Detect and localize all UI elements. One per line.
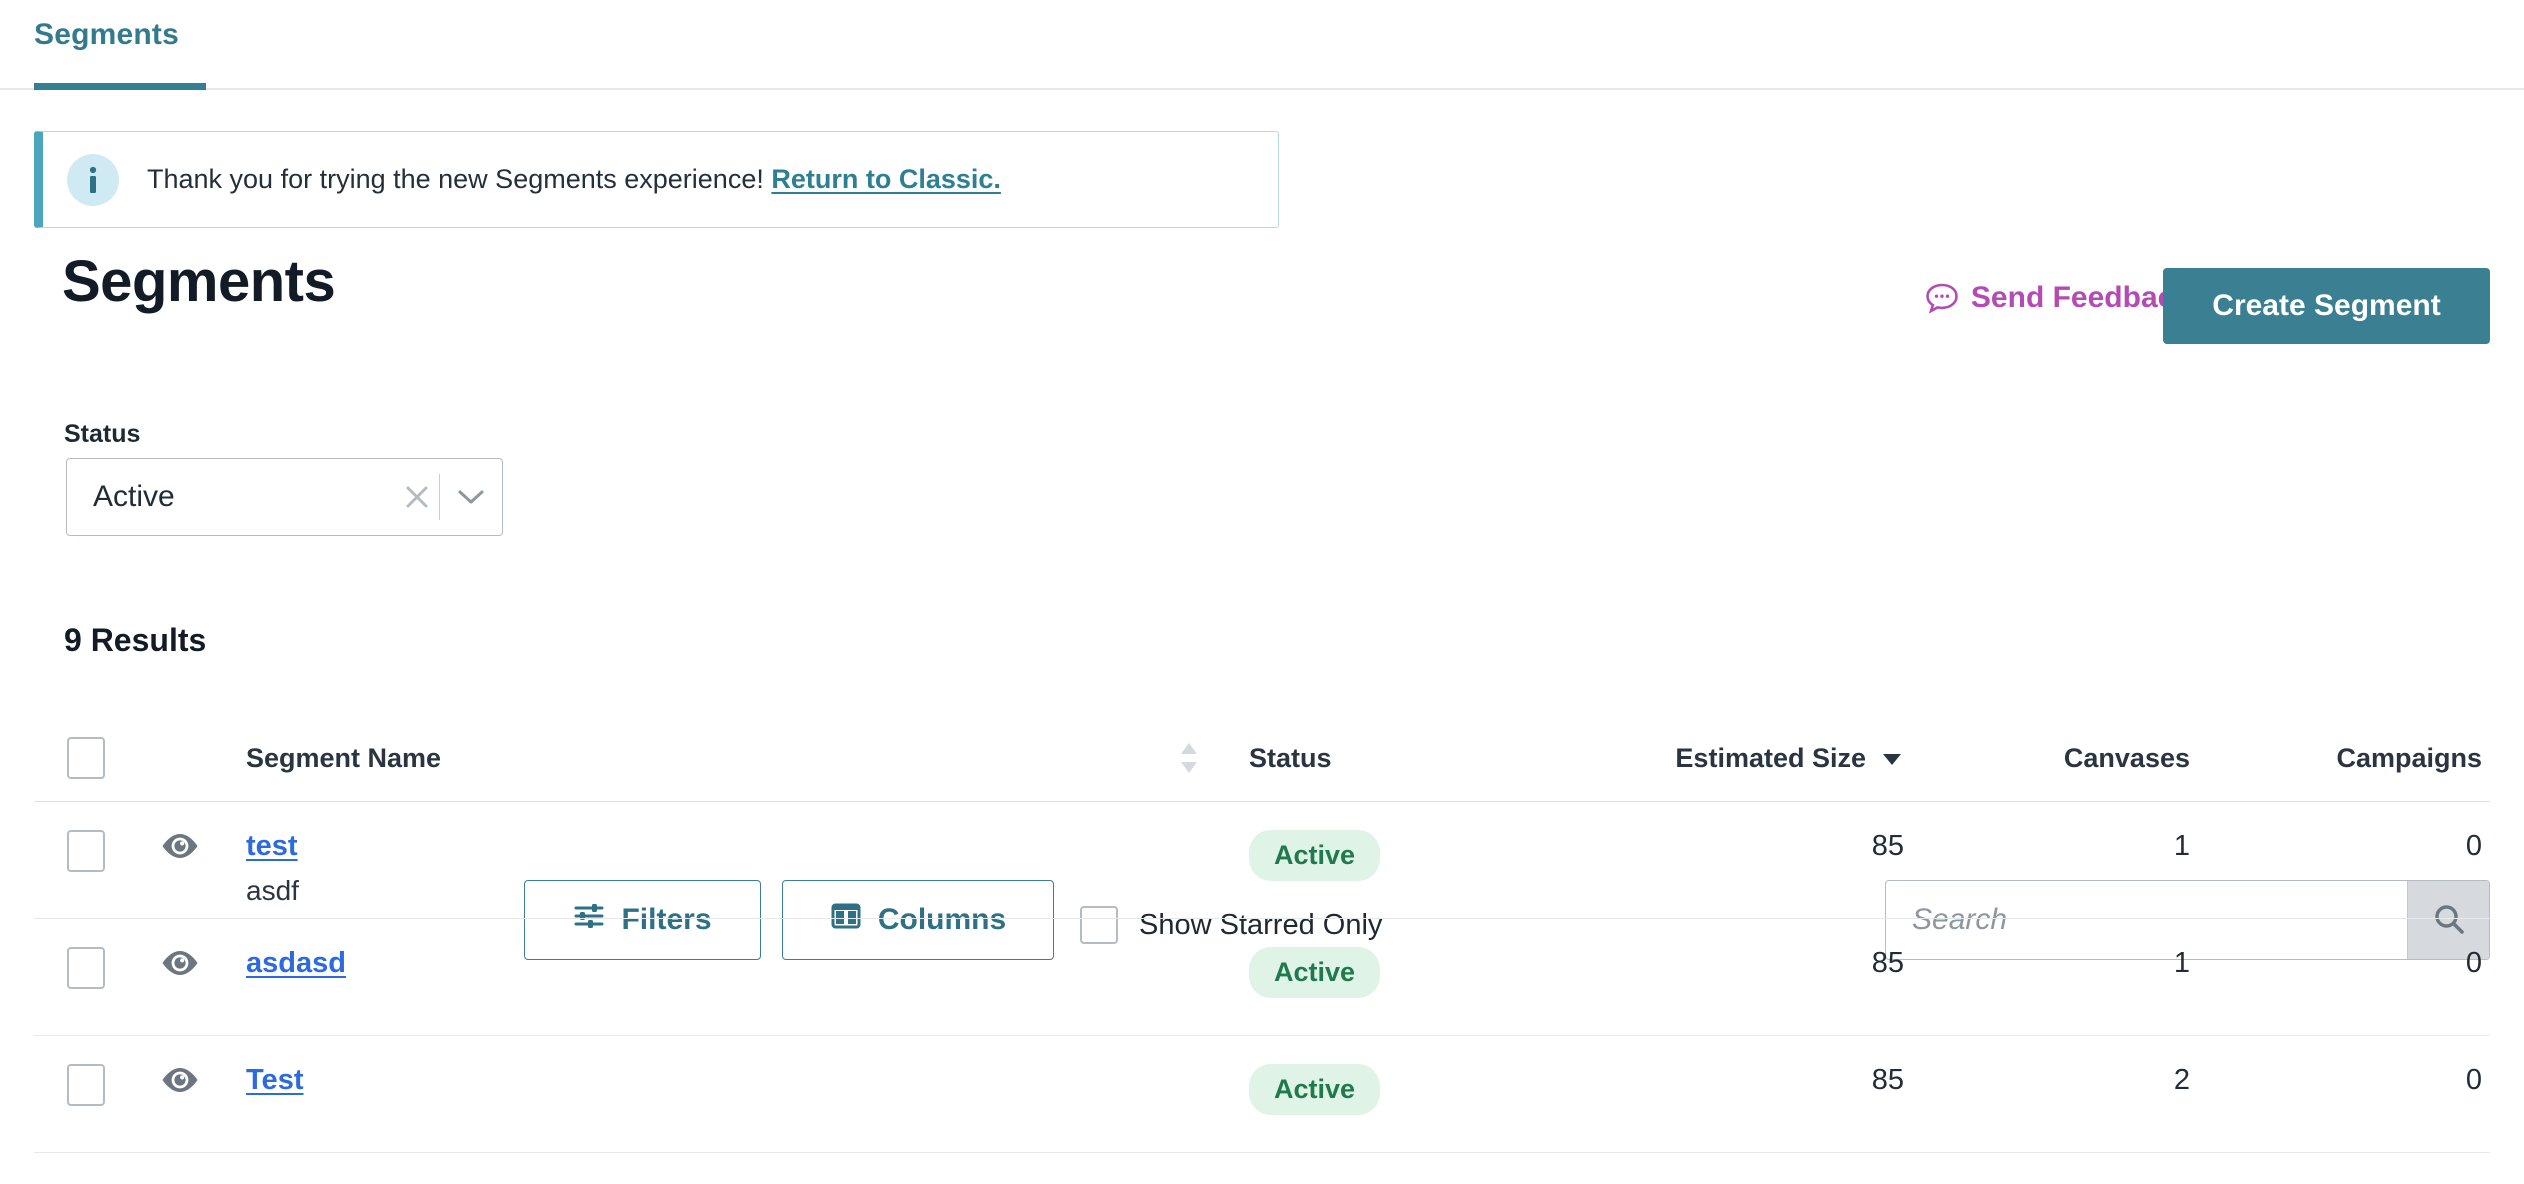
canvases-cell: 1	[2173, 830, 2190, 862]
eye-icon[interactable]	[138, 830, 222, 860]
campaigns-cell: 0	[2465, 1064, 2482, 1096]
canvases-cell: 1	[2173, 947, 2190, 979]
status-filter-select[interactable]: Active	[66, 458, 503, 536]
table-row[interactable]: Test Active 85 2 0	[34, 1036, 2490, 1153]
status-filter-label: Status	[64, 420, 141, 448]
info-banner-message: Thank you for trying the new Segments ex…	[147, 164, 764, 194]
estimated-size-cell: 85	[1871, 947, 1904, 979]
status-filter-value: Active	[93, 480, 175, 513]
status-cell: Active	[1224, 1064, 1554, 1115]
tab-segments-label: Segments	[34, 18, 179, 51]
page-title: Segments	[62, 249, 336, 314]
create-segment-button[interactable]: Create Segment	[2163, 268, 2490, 344]
estimated-size-cell: 85	[1871, 1064, 1904, 1096]
table-row[interactable]: asdasd Active 85 1 0	[34, 919, 2490, 1036]
estimated-size-cell: 85	[1871, 830, 1904, 862]
send-feedback-label: Send Feedback	[1970, 281, 2191, 314]
status-cell: Active	[1224, 947, 1554, 998]
info-banner-text: Thank you for trying the new Segments ex…	[147, 164, 1001, 195]
table-body: test asdf Active 85 1 0 asdasd Active 85 1 0 Test Ac…	[34, 802, 2490, 1153]
segment-name-cell: Test	[222, 1064, 1154, 1097]
row-select-cell	[34, 947, 138, 989]
campaigns-cell: 0	[2465, 830, 2482, 862]
tab-active-indicator	[34, 83, 206, 90]
select-all-cell	[34, 737, 138, 779]
chevron-down-icon[interactable]	[440, 487, 502, 507]
info-icon	[67, 153, 119, 206]
controls-row: Status Active Filters Columns Show Starr…	[0, 420, 2524, 960]
tab-segments[interactable]: Segments	[34, 18, 179, 78]
header-estimated-size[interactable]: Estimated Size	[1554, 743, 1904, 774]
sort-desc-icon	[1880, 743, 1904, 774]
status-badge: Active	[1249, 830, 1381, 881]
close-icon[interactable]	[395, 484, 439, 510]
table-row[interactable]: test asdf Active 85 1 0	[34, 802, 2490, 919]
campaigns-cell: 0	[2465, 947, 2482, 979]
row-select-checkbox[interactable]	[67, 1064, 105, 1106]
info-banner: Thank you for trying the new Segments ex…	[34, 131, 1279, 228]
table-header-row: Segment Name Status Estimated Size Canva…	[34, 715, 2490, 802]
eye-icon[interactable]	[138, 947, 222, 977]
eye-icon[interactable]	[138, 1064, 222, 1094]
segment-name-link[interactable]: asdasd	[246, 947, 346, 980]
sort-both-icon[interactable]	[1154, 738, 1224, 778]
canvases-cell: 2	[2173, 1064, 2190, 1096]
row-select-checkbox[interactable]	[67, 947, 105, 989]
header-estimated-size-label: Estimated Size	[1675, 742, 1866, 773]
segment-name-cell: test asdf	[222, 830, 1154, 907]
status-badge: Active	[1249, 947, 1381, 998]
segments-table: Segment Name Status Estimated Size Canva…	[34, 715, 2490, 1153]
row-select-cell	[34, 1064, 138, 1106]
header-status[interactable]: Status	[1224, 743, 1554, 774]
header-eye-spacer	[138, 757, 222, 759]
row-select-cell	[34, 830, 138, 872]
select-all-checkbox[interactable]	[67, 737, 105, 779]
segment-name-link[interactable]: Test	[246, 1064, 303, 1097]
header-segment-name[interactable]: Segment Name	[222, 743, 1154, 774]
return-to-classic-link[interactable]: Return to Classic.	[771, 164, 1001, 194]
send-feedback-button[interactable]: Send Feedback	[1925, 281, 2191, 315]
status-badge: Active	[1249, 1064, 1381, 1115]
results-count: 9 Results	[64, 622, 207, 658]
status-cell: Active	[1224, 830, 1554, 881]
row-select-checkbox[interactable]	[67, 830, 105, 872]
header-canvases[interactable]: Canvases	[1904, 743, 2190, 774]
segment-description: asdf	[246, 875, 299, 906]
tab-bar: Segments	[0, 0, 2524, 90]
chat-bubble-icon	[1925, 282, 1959, 314]
header-campaigns[interactable]: Campaigns	[2190, 743, 2490, 774]
segment-name-cell: asdasd	[222, 947, 1154, 980]
segment-name-link[interactable]: test	[246, 830, 298, 863]
